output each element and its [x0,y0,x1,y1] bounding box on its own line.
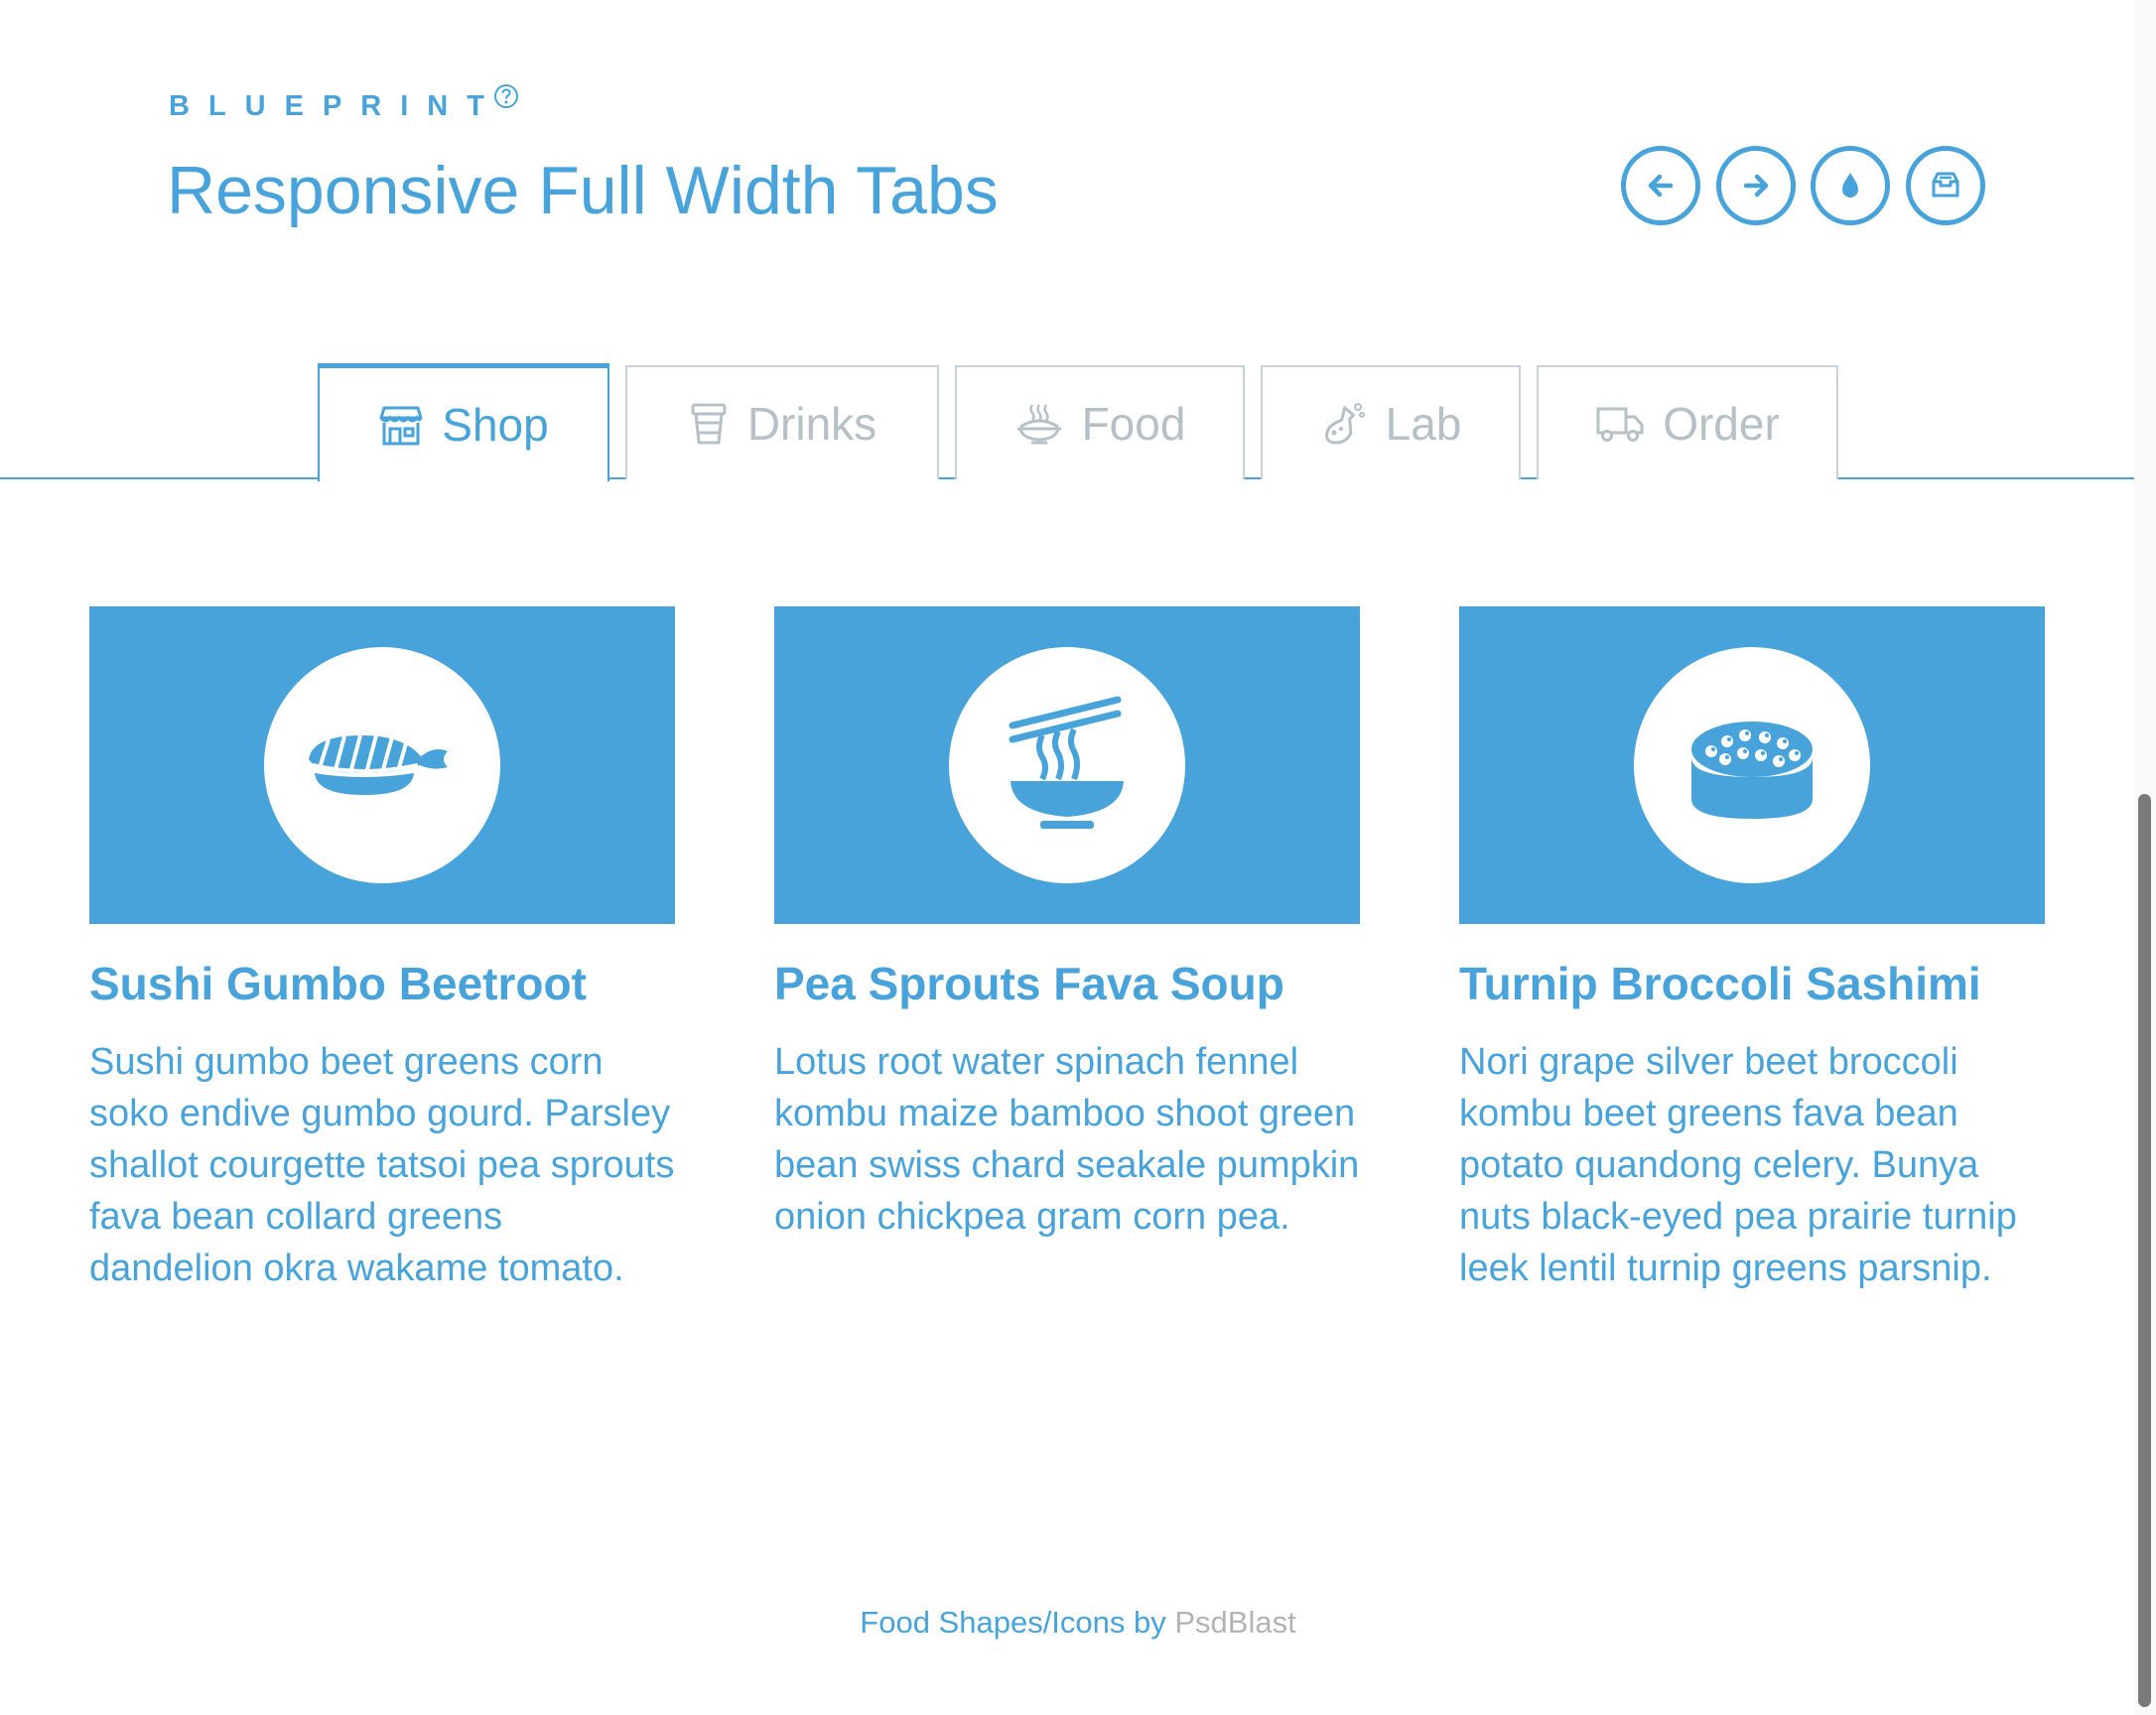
card-banner [89,606,675,924]
food-bowl-icon [1016,403,1061,444]
footer-text: Food Shapes/Icons by [860,1605,1175,1640]
tab-shop[interactable]: Shop [318,363,609,481]
question-circle-icon[interactable] [493,83,519,109]
water-drop-icon [1842,173,1858,198]
sushi-shrimp-icon [309,734,448,795]
arrow-left-icon [1648,174,1674,198]
card-turnip-broccoli-sashimi: Turnip Broccoli Sashimi Nori grape silve… [1459,606,2045,1289]
card-sushi-gumbo-beetroot: Sushi Gumbo Beetroot Sushi gumbo beet gr… [89,606,675,1289]
tab-food-label: Food [1081,397,1186,450]
flask-icon [1324,402,1365,445]
inbox-icon [1932,172,1959,198]
tab-order[interactable]: Order [1537,365,1838,479]
card-icon-circle [949,647,1185,883]
card-text: Lotus root water spinach fennel kombu ma… [774,1041,1360,1238]
footer-credit: Food Shapes/Icons by PsdBlast [0,1605,2156,1641]
card-text: Sushi gumbo beet greens corn soko endive… [89,1041,675,1289]
card-title: Sushi Gumbo Beetroot [89,958,587,1009]
next-button[interactable] [1716,146,1796,225]
shop-icon [379,406,423,446]
tab-lab[interactable]: Lab [1261,365,1521,479]
arrow-right-icon [1743,174,1769,198]
card-banner [1459,606,2045,924]
tab-food[interactable]: Food [955,365,1245,479]
tab-lab-label: Lab [1385,397,1462,450]
truck-icon [1596,407,1644,442]
card-pea-sprouts-fava-soup: Pea Sprouts Fava Soup Lotus root water s… [774,606,1360,1238]
tab-drinks-label: Drinks [746,397,877,450]
sushi-roe-icon [1691,722,1813,819]
tab-order-label: Order [1663,397,1780,450]
psdblast-link[interactable]: PsdBlast [1174,1605,1295,1640]
card-title: Pea Sprouts Fava Soup [774,958,1284,1009]
card-icon-circle [1634,647,1870,883]
card-icon-circle [264,647,500,883]
noodle-bowl-icon [1009,696,1124,829]
page-title: Responsive Full Width Tabs [167,153,999,228]
card-title: Turnip Broccoli Sashimi [1459,958,1981,1009]
scrollbar-thumb[interactable] [2138,794,2151,1707]
previous-button[interactable] [1621,146,1700,225]
cup-icon [691,403,727,444]
card-banner [774,606,1360,924]
brand-wordmark: BLUEPRINT [169,90,503,122]
tab-drinks[interactable]: Drinks [625,365,939,479]
tab-shop-label: Shop [442,399,549,451]
archive-button[interactable] [1906,146,1985,225]
drop-button[interactable] [1811,146,1890,225]
card-text: Nori grape silver beet broccoli kombu be… [1459,1041,2017,1289]
